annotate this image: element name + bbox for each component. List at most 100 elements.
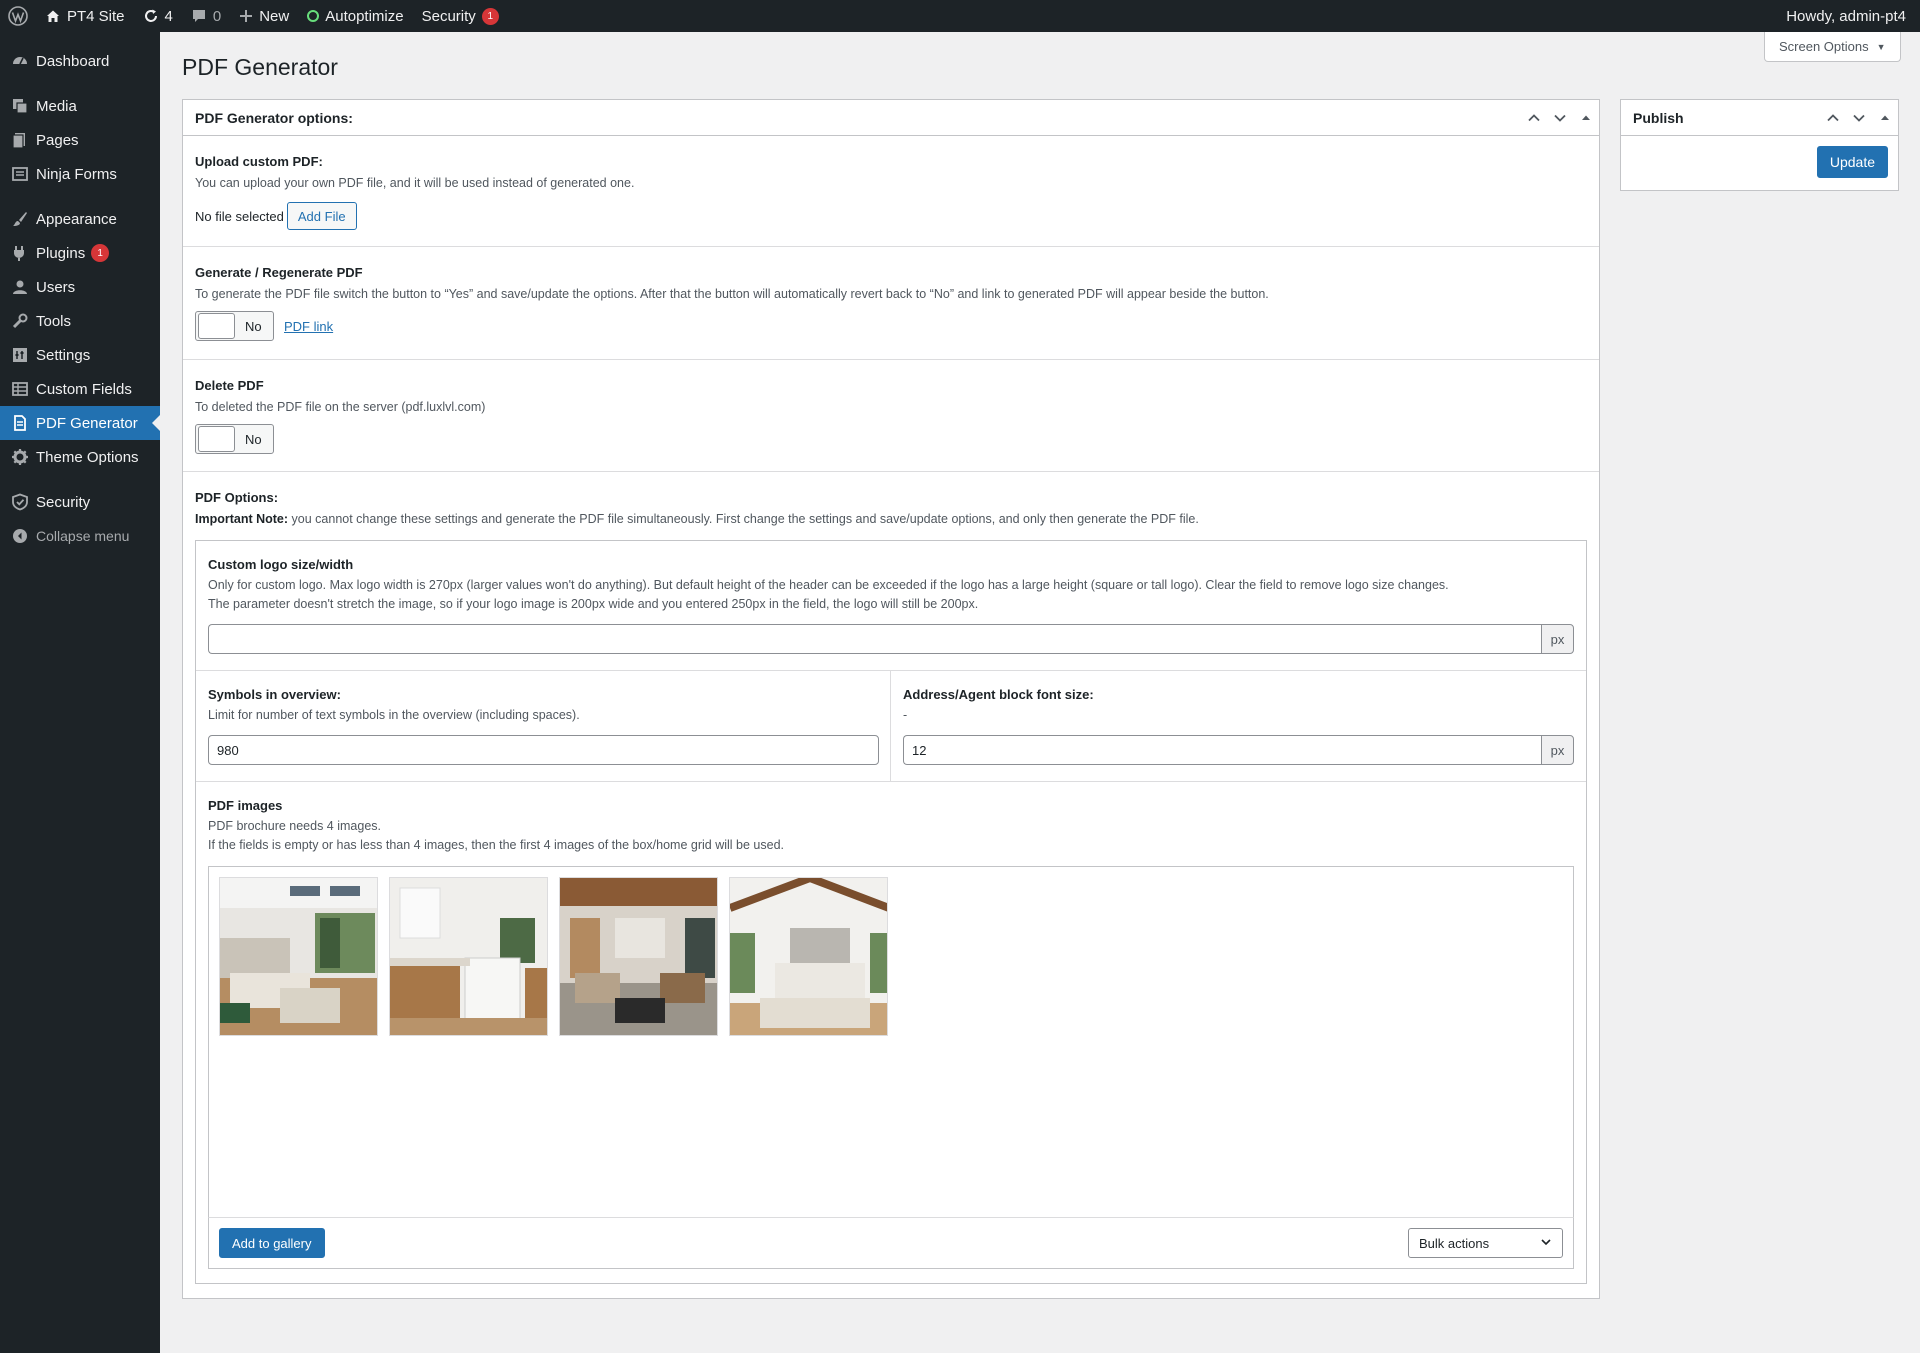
move-up-icon[interactable] (1521, 111, 1547, 125)
address-font-input[interactable]: 12 (903, 735, 1541, 765)
comments-count: 0 (212, 7, 222, 25)
gallery-footer: Add to gallery Bulk actions (208, 1217, 1574, 1269)
bulk-actions-select[interactable]: Bulk actions (1408, 1228, 1563, 1258)
pdf-images-title: PDF images (208, 798, 283, 813)
plus-icon (239, 9, 253, 23)
paintbrush-icon (10, 209, 30, 229)
add-file-button[interactable]: Add File (286, 202, 357, 230)
sidebar-item-users[interactable]: Users (0, 270, 160, 304)
toggle-label: No (245, 318, 262, 334)
gallery-image-family-room[interactable] (559, 877, 718, 1036)
media-icon (10, 96, 30, 116)
sidebar-item-label: Users (36, 278, 76, 296)
pdf-link[interactable]: PDF link (284, 319, 333, 334)
admin-sidebar: Dashboard Media Pages Ninja Forms Appear… (0, 32, 160, 1353)
sidebar-item-custom-fields[interactable]: Custom Fields (0, 372, 160, 406)
file-status: No file selected (195, 208, 284, 224)
logo-size-description-1: Only for custom logo. Max logo width is … (208, 578, 1449, 592)
generate-pdf-toggle[interactable]: No (195, 311, 274, 341)
toggle-panel-icon[interactable] (1872, 112, 1898, 124)
pdf-images-description-1: PDF brochure needs 4 images. (208, 819, 382, 833)
comments-link[interactable]: 0 (182, 0, 230, 32)
move-up-icon[interactable] (1820, 111, 1846, 125)
settings-icon (10, 345, 30, 365)
logo-size-unit: px (1541, 624, 1574, 654)
updates-link[interactable]: 4 (134, 0, 182, 32)
document-icon (10, 413, 30, 433)
sidebar-item-pdf-generator[interactable]: PDF Generator (0, 406, 160, 440)
account-menu[interactable]: Howdy, admin-pt4 (1777, 0, 1920, 32)
security-link[interactable]: Security 1 (413, 0, 508, 32)
comment-icon (191, 8, 207, 24)
gallery-image-kitchen[interactable] (389, 877, 548, 1036)
site-name-link[interactable]: PT4 Site (36, 0, 134, 32)
sidebar-item-plugins[interactable]: Plugins 1 (0, 236, 160, 270)
sidebar-item-theme-options[interactable]: Theme Options (0, 440, 160, 474)
move-down-icon[interactable] (1846, 111, 1872, 125)
chevron-down-icon (1540, 1236, 1552, 1251)
address-font-unit: px (1541, 735, 1574, 765)
sidebar-item-security[interactable]: Security (0, 485, 160, 519)
updates-count: 4 (164, 7, 173, 25)
move-down-icon[interactable] (1547, 111, 1573, 125)
sidebar-item-label: PDF Generator (36, 414, 138, 432)
sidebar-item-appearance[interactable]: Appearance (0, 202, 160, 236)
generate-pdf-section: Generate / Regenerate PDF To generate th… (183, 247, 1599, 360)
publish-box: Publish Update (1620, 99, 1899, 191)
image-gallery (208, 866, 1574, 1268)
sidebar-item-label: Collapse menu (36, 528, 130, 544)
autoptimize-label: Autoptimize (325, 7, 404, 25)
status-circle-icon (307, 10, 320, 22)
sidebar-item-settings[interactable]: Settings (0, 338, 160, 372)
plugins-badge: 1 (91, 244, 110, 262)
pdf-images-field: PDF images PDF brochure needs 4 images. … (196, 782, 1586, 1283)
logo-size-input[interactable] (208, 624, 1542, 654)
sidebar-item-label: Tools (36, 312, 72, 330)
collapse-menu-button[interactable]: Collapse menu (0, 519, 160, 553)
symbols-input[interactable]: 980 (208, 735, 879, 765)
toggle-panel-icon[interactable] (1573, 112, 1599, 124)
update-button[interactable]: Update (1816, 146, 1888, 178)
wordpress-logo-icon[interactable] (0, 0, 36, 32)
sidebar-item-label: Dashboard (36, 52, 110, 70)
home-icon (45, 8, 61, 24)
sidebar-item-dashboard[interactable]: Dashboard (0, 44, 160, 78)
dashboard-icon (10, 51, 30, 71)
gear-icon (10, 447, 30, 467)
autoptimize-link[interactable]: Autoptimize (298, 0, 412, 32)
sidebar-item-pages[interactable]: Pages (0, 123, 160, 157)
howdy-text: Howdy, admin-pt4 (1786, 7, 1906, 25)
delete-pdf-toggle[interactable]: No (195, 424, 274, 454)
sidebar-item-label: Theme Options (36, 448, 139, 466)
wrench-icon (10, 311, 30, 331)
sidebar-item-label: Pages (36, 131, 79, 149)
pdf-options-section: PDF Options: Important Note: you cannot … (183, 472, 1599, 528)
upload-pdf-title: Upload custom PDF: (195, 154, 323, 169)
sidebar-item-ninja-forms[interactable]: Ninja Forms (0, 157, 160, 191)
publish-box-header: Publish (1621, 100, 1898, 136)
add-to-gallery-button[interactable]: Add to gallery (219, 1228, 325, 1258)
plugin-icon (10, 243, 30, 263)
generate-pdf-description: To generate the PDF file switch the butt… (195, 287, 1269, 301)
sidebar-item-media[interactable]: Media (0, 89, 160, 123)
security-label: Security (421, 7, 476, 25)
sidebar-item-label: Security (36, 493, 91, 511)
security-badge: 1 (481, 7, 499, 25)
sidebar-item-label: Plugins (36, 244, 86, 262)
gallery-image-living-room[interactable] (219, 877, 378, 1036)
sidebar-item-label: Settings (36, 346, 91, 364)
new-content-link[interactable]: New (230, 0, 298, 32)
gallery-image-bedroom[interactable] (729, 877, 888, 1036)
collapse-icon (10, 526, 30, 546)
update-icon (143, 8, 159, 24)
sidebar-item-tools[interactable]: Tools (0, 304, 160, 338)
sidebar-item-label: Ninja Forms (36, 165, 117, 183)
screen-options-button[interactable]: Screen Options ▼ (1764, 32, 1901, 62)
new-label: New (259, 7, 290, 25)
site-name: PT4 Site (67, 7, 125, 25)
table-icon (10, 379, 30, 399)
important-note-text: you cannot change these settings and gen… (291, 512, 1199, 526)
symbols-title: Symbols in overview: (208, 687, 341, 702)
sidebar-item-label: Media (36, 97, 77, 115)
shield-icon (10, 492, 30, 512)
